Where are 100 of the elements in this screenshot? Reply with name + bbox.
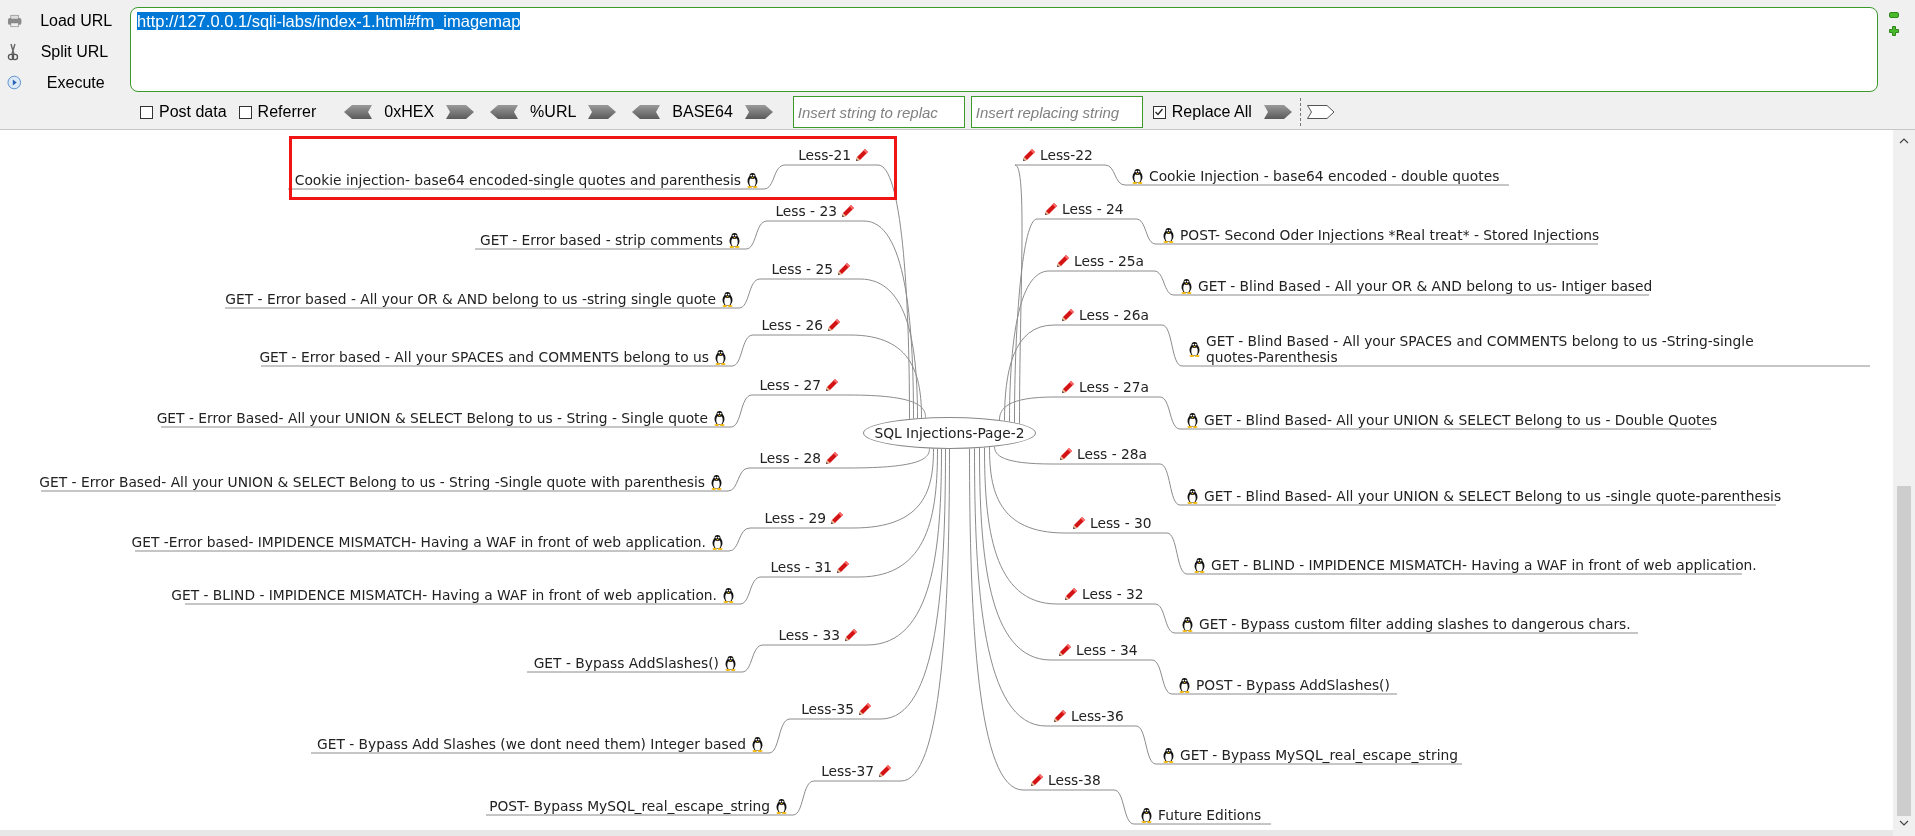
node-text: GET - Error based - All your SPACES and COMMENTS belong to us bbox=[259, 349, 709, 365]
left-chevron-button[interactable] bbox=[344, 105, 373, 120]
scroll-up-icon[interactable] bbox=[1899, 138, 1909, 144]
left-chevron-button[interactable] bbox=[490, 105, 519, 120]
node-text: GET - Blind Based - All your SPACES and COMMENTS belong to us -String-single quotes-Parenthesis bbox=[1206, 333, 1754, 365]
node-label: Less - 30 bbox=[1090, 514, 1152, 531]
node-text: Cookie Injection - base64 encoded - double quotes bbox=[1149, 168, 1500, 184]
penguin-icon bbox=[1188, 341, 1201, 357]
node-label: Less - 32 bbox=[1082, 585, 1144, 602]
node-label: Less - 27a bbox=[1079, 378, 1150, 395]
right-chevron-button[interactable] bbox=[744, 105, 773, 120]
pencil-icon bbox=[854, 146, 870, 163]
pencil-icon bbox=[877, 762, 893, 779]
checkbox-label: Replace All bbox=[1171, 103, 1252, 122]
node-text: Cookie injection- base64 encoded-single quotes and parenthesis bbox=[294, 172, 741, 188]
scroll-down-icon[interactable] bbox=[1899, 820, 1909, 826]
node-label: Less-22 bbox=[1040, 146, 1093, 163]
find-field[interactable]: Insert string to replac bbox=[792, 96, 965, 129]
node-text: GET - Error Based- All your UNION & SELECT Belong to us - String - Single quote bbox=[156, 410, 708, 426]
right-chevron-button[interactable] bbox=[588, 105, 617, 120]
pencil-icon bbox=[1043, 200, 1059, 217]
node-label: Less - 24 bbox=[1062, 200, 1124, 217]
penguin-icon bbox=[713, 410, 726, 426]
penguin-icon bbox=[775, 798, 788, 814]
node-text: GET - Bypass MySQL_real_escape_string bbox=[1180, 747, 1458, 763]
pencil-icon bbox=[836, 260, 852, 277]
node-label: Less - 23 bbox=[775, 202, 837, 219]
penguin-icon bbox=[1140, 807, 1153, 823]
central-node: SQL Injections-Page-2 bbox=[863, 417, 1036, 449]
node-label: Less-36 bbox=[1071, 707, 1124, 724]
pencil-icon bbox=[826, 316, 842, 333]
node-label: Less - 25a bbox=[1074, 252, 1145, 269]
penguin-icon bbox=[1162, 227, 1175, 243]
penguin-icon bbox=[714, 349, 727, 365]
pencil-icon bbox=[829, 509, 845, 526]
node-text: GET - Error based - All your OR & AND belong to us -string single quote bbox=[225, 291, 716, 307]
node-label: Less-37 bbox=[821, 762, 874, 779]
minus-icon[interactable] bbox=[1889, 12, 1899, 18]
node-text: GET - Blind Based- All your UNION & SELECT Belong to us - Double Quotes bbox=[1204, 412, 1718, 428]
pencil-icon bbox=[840, 202, 856, 219]
pencil-icon bbox=[1058, 445, 1074, 462]
node-text: GET - Error Based- All your UNION & SELECT Belong to us - String -Single quote with parenthesis bbox=[39, 474, 705, 490]
plus-icon[interactable] bbox=[1889, 26, 1899, 36]
pencil-icon bbox=[1071, 514, 1087, 531]
node-label: Less - 28 bbox=[759, 449, 821, 466]
node-text: GET - Bypass custom filter adding slashes to dangerous chars. bbox=[1199, 616, 1631, 632]
pencil-icon bbox=[843, 626, 859, 643]
node-label: Less-35 bbox=[801, 700, 854, 717]
node-label: Less - 34 bbox=[1076, 641, 1138, 658]
penguin-icon bbox=[1180, 278, 1193, 294]
url-field[interactable]: http://127.0.0.1/sqli-labs/index-1.html#fm_imagemap bbox=[130, 7, 1878, 92]
checkbox-label: Referrer bbox=[257, 103, 317, 122]
penguin-icon bbox=[728, 232, 741, 248]
node-text: GET - Blind Based- All your UNION & SELECT Belong to us -single quote-parenthesis bbox=[1204, 488, 1782, 504]
right-chevron-button[interactable] bbox=[1263, 105, 1292, 120]
penguin-icon bbox=[711, 534, 724, 550]
node-label: Less - 27 bbox=[759, 376, 821, 393]
pencil-icon bbox=[1060, 306, 1076, 323]
left-chevron-button[interactable] bbox=[632, 105, 661, 120]
encoder-label: BASE64 bbox=[672, 103, 733, 122]
replace-field[interactable]: Insert replacing string bbox=[970, 96, 1143, 129]
scissors-icon bbox=[7, 42, 19, 61]
node-text: POST- Second Oder Injections *Real treat* - Stored Injections bbox=[1180, 227, 1600, 243]
pencil-icon bbox=[835, 558, 851, 575]
node-text: GET - Bypass AddSlashes() bbox=[533, 655, 719, 671]
node-label: Less - 29 bbox=[764, 509, 826, 526]
node-text: GET - BLIND - IMPIDENCE MISMATCH- Having a WAF in front of web application. bbox=[171, 587, 717, 603]
pencil-icon bbox=[1060, 378, 1076, 395]
toolbar-button[interactable]: Load URL bbox=[22, 9, 130, 32]
scrollbar[interactable] bbox=[1893, 130, 1915, 836]
play-icon bbox=[7, 75, 22, 90]
penguin-icon bbox=[1193, 557, 1206, 573]
node-text: GET - BLIND - IMPIDENCE MISMATCH- Having a WAF in front of web application. bbox=[1211, 557, 1757, 573]
right-chevron-button[interactable] bbox=[446, 105, 475, 120]
node-text: GET - Blind Based - All your OR & AND belong to us- Intiger based bbox=[1198, 278, 1653, 294]
node-label: Less - 26 bbox=[761, 316, 823, 333]
pencil-icon bbox=[1063, 585, 1079, 602]
penguin-icon bbox=[722, 587, 735, 603]
penguin-icon bbox=[1181, 616, 1194, 632]
penguin-icon bbox=[751, 736, 764, 752]
pencil-icon bbox=[824, 376, 840, 393]
toolbar-button[interactable]: Split URL bbox=[18, 40, 130, 63]
right-chevron-button[interactable] bbox=[1306, 105, 1335, 120]
node-text: GET -Error based- IMPIDENCE MISMATCH- Having a WAF in front of web application. bbox=[131, 534, 706, 550]
toolbar-button[interactable]: Execute bbox=[21, 71, 130, 94]
checkbox[interactable] bbox=[1152, 105, 1166, 119]
penguin-icon bbox=[1186, 412, 1199, 428]
node-label: Less - 25 bbox=[771, 260, 833, 277]
checkbox[interactable] bbox=[140, 105, 153, 119]
node-text: GET - Error based - strip comments bbox=[480, 232, 723, 248]
encoder-label: 0xHEX bbox=[384, 103, 435, 122]
penguin-icon bbox=[1186, 488, 1199, 504]
checkbox[interactable] bbox=[238, 105, 252, 119]
scroll-thumb[interactable] bbox=[1897, 486, 1911, 816]
node-text: GET - Bypass Add Slashes (we dont need them) Integer based bbox=[317, 736, 746, 752]
pencil-icon bbox=[1029, 771, 1045, 788]
node-text: POST- Bypass MySQL_real_escape_string bbox=[489, 798, 770, 814]
penguin-icon bbox=[710, 474, 723, 490]
node-text: Future Editions bbox=[1158, 807, 1262, 823]
penguin-icon bbox=[724, 655, 737, 671]
